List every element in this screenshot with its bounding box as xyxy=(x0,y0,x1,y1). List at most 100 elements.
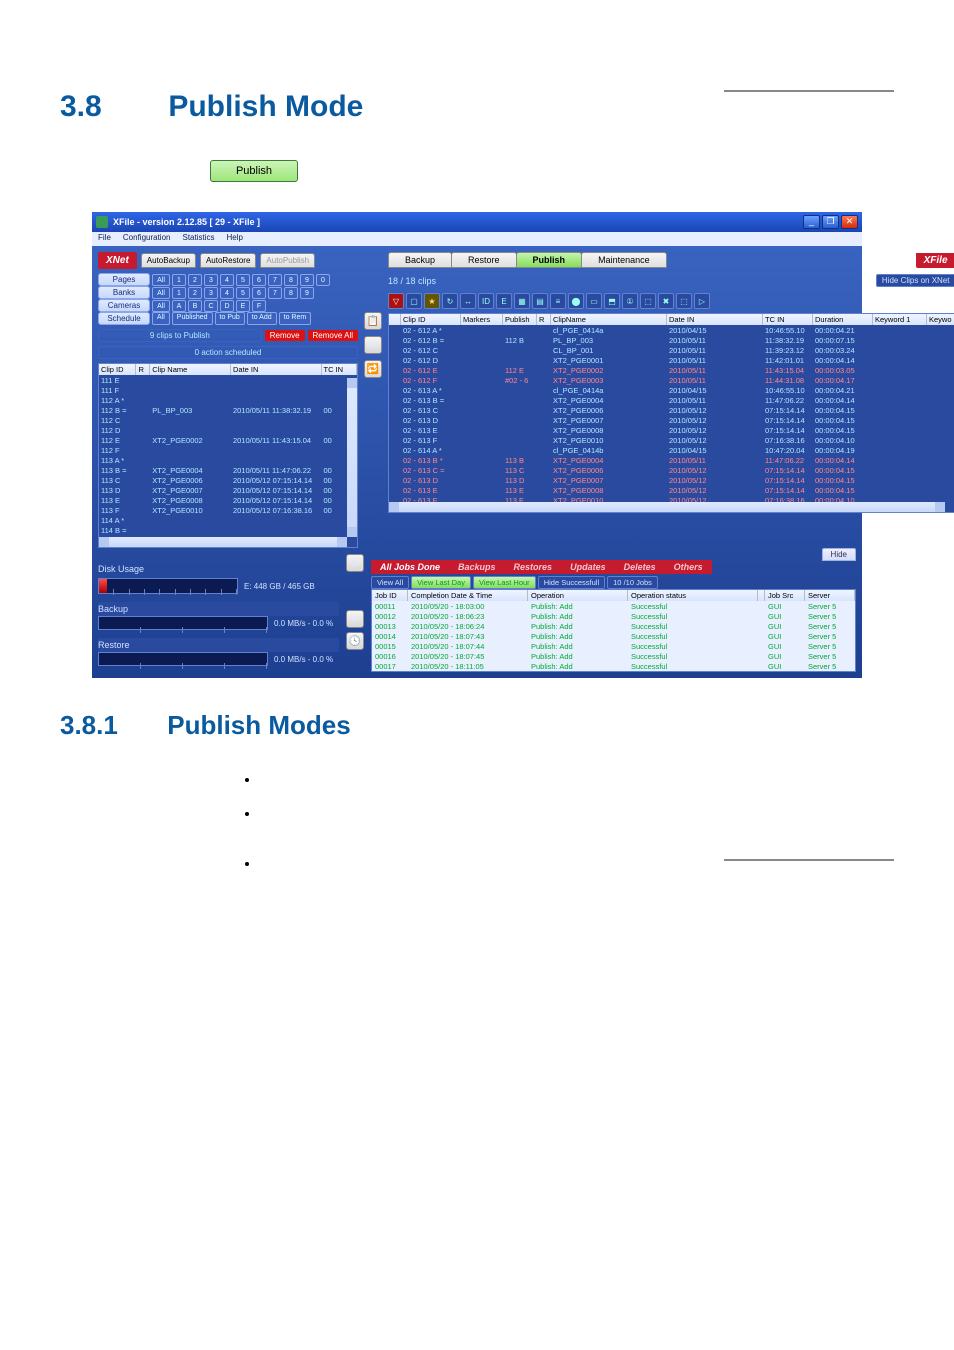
table-row[interactable]: 113 B =XT2_PGE00042010/05/11 11:47:06.22… xyxy=(99,465,357,475)
banks-btn-4[interactable]: 4 xyxy=(220,287,234,299)
banks-btn-3[interactable]: 3 xyxy=(204,287,218,299)
tab-backup[interactable]: Backup xyxy=(388,252,452,268)
table-row[interactable]: 02 - 613 CXT2_PGE00062010/05/1207:15:14.… xyxy=(389,405,954,415)
banks-btn-9[interactable]: 9 xyxy=(300,287,314,299)
table-row[interactable]: 112 B =PL_BP_0032010/05/11 11:38:32.1900 xyxy=(99,405,357,415)
scrollbar-horizontal[interactable] xyxy=(99,537,347,547)
pages-btn-4[interactable]: 4 xyxy=(220,274,234,286)
table-row[interactable]: 02 - 612 E112 EXT2_PGE00022010/05/1111:4… xyxy=(389,365,954,375)
minimize-button[interactable]: _ xyxy=(803,215,820,229)
toolbar-icon-17[interactable]: ▷ xyxy=(694,293,710,309)
close-button[interactable]: ✕ xyxy=(841,215,858,229)
table-row[interactable]: 02 - 613 E113 EXT2_PGE00082010/05/1207:1… xyxy=(389,485,954,495)
jobs-tab-updates[interactable]: Updates xyxy=(561,560,615,574)
toolbar-icon-15[interactable]: ✖ xyxy=(658,293,674,309)
banks-btn-5[interactable]: 5 xyxy=(236,287,250,299)
titlebar[interactable]: XFile - version 2.12.85 [ 29 - XFile ] _… xyxy=(92,212,862,232)
table-row[interactable]: 113 A * xyxy=(99,455,357,465)
table-row[interactable]: 02 - 612 DXT2_PGE00012010/05/1111:42:01.… xyxy=(389,355,954,365)
back-arrow-icon[interactable]: ⬅ xyxy=(364,336,382,354)
filter-hide-success[interactable]: Hide Successfull xyxy=(538,576,605,589)
pages-btn-5[interactable]: 5 xyxy=(236,274,250,286)
table-row[interactable]: 111 E xyxy=(99,375,357,385)
jobs-tab-others[interactable]: Others xyxy=(665,560,712,574)
schedule-btn-to-add[interactable]: to Add xyxy=(247,312,277,325)
toolbar-icon-14[interactable]: ⬚ xyxy=(640,293,656,309)
table-row[interactable]: 02 - 613 D113 DXT2_PGE00072010/05/1207:1… xyxy=(389,475,954,485)
banks-btn-6[interactable]: 6 xyxy=(252,287,266,299)
cameras-btn-f[interactable]: F xyxy=(252,300,266,312)
schedule-btn-all[interactable]: All xyxy=(152,312,170,325)
toolbar-icon-3[interactable]: ↻ xyxy=(442,293,458,309)
table-row[interactable]: 112 EXT2_PGE00022010/05/11 11:43:15.0400 xyxy=(99,435,357,445)
toolbar-icon-8[interactable]: ▤ xyxy=(532,293,548,309)
table-row[interactable]: 02 - 613 A *cl_PGE_0414a2010/04/1510:46:… xyxy=(389,385,954,395)
menu-help[interactable]: Help xyxy=(227,233,243,245)
clock-icon[interactable]: 🕓 xyxy=(346,632,364,650)
schedule-btn-published[interactable]: Published xyxy=(172,312,213,325)
menu-statistics[interactable]: Statistics xyxy=(182,233,214,245)
table-row[interactable]: 114 B = xyxy=(99,525,357,535)
sync-icon[interactable]: 🔁 xyxy=(364,360,382,378)
filter-last-hour[interactable]: View Last Hour xyxy=(473,576,536,589)
table-row[interactable]: 000112010/05/20 - 18:03:00Publish: AddSu… xyxy=(372,601,855,611)
clipboard-icon[interactable]: 📋 xyxy=(364,312,382,330)
scrollbar-vertical[interactable] xyxy=(347,378,357,537)
banks-btn-8[interactable]: 8 xyxy=(284,287,298,299)
tab-autobackup[interactable]: AutoBackup xyxy=(141,253,196,268)
table-row[interactable]: 02 - 612 F#02 - 6XT2_PGE00032010/05/1111… xyxy=(389,375,954,385)
cameras-btn-c[interactable]: C xyxy=(204,300,218,312)
table-row[interactable]: 000152010/05/20 - 18:07:44Publish: AddSu… xyxy=(372,641,855,651)
pages-btn-0[interactable]: 0 xyxy=(316,274,330,286)
toolbar-icon-4[interactable]: ↔ xyxy=(460,293,476,309)
menu-file[interactable]: File xyxy=(98,233,111,245)
tab-autopublish[interactable]: AutoPublish xyxy=(260,253,315,268)
pages-btn-2[interactable]: 2 xyxy=(188,274,202,286)
remove-all-button[interactable]: Remove All xyxy=(308,330,358,341)
check-icon[interactable]: ✔ xyxy=(346,610,364,628)
target-icon[interactable]: ◎ xyxy=(346,554,364,572)
banks-btn-7[interactable]: 7 xyxy=(268,287,282,299)
pages-btn-8[interactable]: 8 xyxy=(284,274,298,286)
table-row[interactable]: 000142010/05/20 - 18:07:43Publish: AddSu… xyxy=(372,631,855,641)
row-label[interactable]: Cameras xyxy=(98,299,150,312)
table-row[interactable]: 02 - 613 B =XT2_PGE00042010/05/1111:47:0… xyxy=(389,395,954,405)
pages-btn-7[interactable]: 7 xyxy=(268,274,282,286)
row-label[interactable]: Banks xyxy=(98,286,150,299)
banks-btn-2[interactable]: 2 xyxy=(188,287,202,299)
table-row[interactable]: 000122010/05/20 - 18:06:23Publish: AddSu… xyxy=(372,611,855,621)
jobs-tab-deletes[interactable]: Deletes xyxy=(615,560,665,574)
schedule-btn-to-rem[interactable]: to Rem xyxy=(279,312,312,325)
toolbar-icon-7[interactable]: ▦ xyxy=(514,293,530,309)
pages-btn-1[interactable]: 1 xyxy=(172,274,186,286)
cameras-btn-b[interactable]: B xyxy=(188,300,202,312)
remove-button[interactable]: Remove xyxy=(265,330,305,341)
banks-btn-all[interactable]: All xyxy=(152,287,170,299)
toolbar-icon-9[interactable]: ≡ xyxy=(550,293,566,309)
cameras-btn-d[interactable]: D xyxy=(220,300,234,312)
table-row[interactable]: 113 EXT2_PGE00082010/05/12 07:15:14.1400 xyxy=(99,495,357,505)
toolbar-icon-5[interactable]: ID xyxy=(478,293,494,309)
toolbar-icon-11[interactable]: ▭ xyxy=(586,293,602,309)
tab-autorestore[interactable]: AutoRestore xyxy=(200,253,256,268)
pages-btn-6[interactable]: 6 xyxy=(252,274,266,286)
schedule-btn-to-pub[interactable]: to Pub xyxy=(215,312,245,325)
publish-button[interactable]: Publish xyxy=(210,160,298,182)
toolbar-icon-6[interactable]: E xyxy=(496,293,512,309)
pages-btn-9[interactable]: 9 xyxy=(300,274,314,286)
banks-btn-1[interactable]: 1 xyxy=(172,287,186,299)
filter-view-all[interactable]: View All xyxy=(371,576,409,589)
table-row[interactable]: 000132010/05/20 - 18:06:24Publish: AddSu… xyxy=(372,621,855,631)
filter-last-day[interactable]: View Last Day xyxy=(411,576,471,589)
toolbar-icon-16[interactable]: ⬚ xyxy=(676,293,692,309)
table-row[interactable]: 112 A * xyxy=(99,395,357,405)
row-label[interactable]: Schedule xyxy=(98,312,150,325)
table-row[interactable]: 02 - 614 A *cl_PGE_0414b2010/04/1510:47:… xyxy=(389,445,954,455)
toolbar-icon-2[interactable]: ★ xyxy=(424,293,440,309)
cameras-btn-e[interactable]: E xyxy=(236,300,250,312)
table-row[interactable]: 112 C xyxy=(99,415,357,425)
table-row[interactable]: 02 - 612 A *cl_PGE_0414a2010/04/1510:46:… xyxy=(389,325,954,335)
row-label[interactable]: Pages xyxy=(98,273,150,286)
table-row[interactable]: 113 FXT2_PGE00102010/05/12 07:16:38.1600 xyxy=(99,505,357,515)
table-row[interactable]: 02 - 612 B =112 BPL_BP_0032010/05/1111:3… xyxy=(389,335,954,345)
